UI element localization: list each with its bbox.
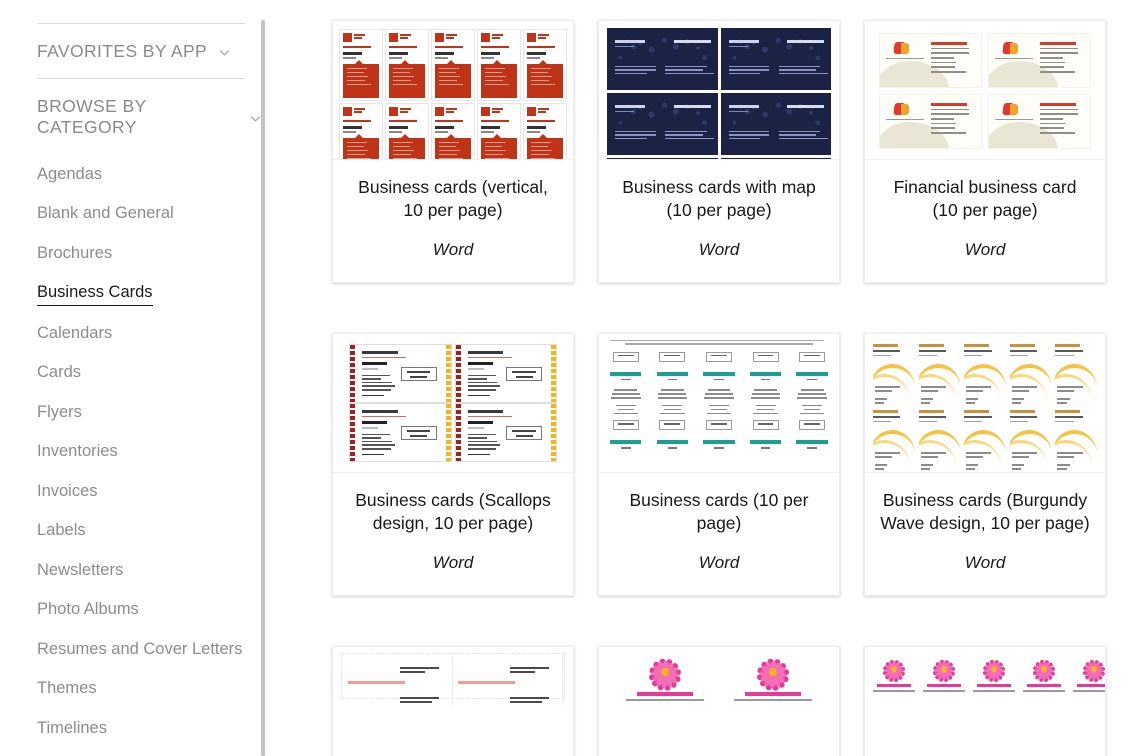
template-meta: Financial business card (10 per page) Wor…	[865, 160, 1105, 282]
template-card[interactable]	[864, 646, 1106, 756]
template-app-label: Word	[698, 240, 740, 260]
sidebar-item-photo-albums[interactable]: Photo Albums	[37, 590, 139, 630]
sidebar-group-favorites-by-app[interactable]: FAVORITES BY APP	[37, 24, 262, 78]
template-app-label: Word	[432, 553, 474, 573]
sidebar-item-brochures[interactable]: Brochures	[37, 233, 112, 273]
sidebar-item-agendas[interactable]: Agendas	[37, 154, 102, 194]
template-thumbnail[interactable]	[599, 647, 839, 756]
sidebar-item-resumes-and-cover-letters[interactable]: Resumes and Cover Letters	[37, 629, 242, 669]
template-title: Business cards (Burgundy Wave design, 10…	[880, 490, 1090, 534]
chevron-down-icon	[218, 46, 231, 59]
sidebar-group-label: BROWSE BY CATEGORY	[37, 96, 147, 137]
sidebar-category-list: Agendas Blank and General Brochures Busines…	[37, 154, 262, 756]
flower-icon	[982, 659, 1006, 683]
template-title: Business cards with map (10 per page)	[622, 177, 816, 221]
template-card[interactable]	[332, 646, 574, 756]
template-gallery-page: FAVORITES BY APP BROWSE BY CATEGORY Agen…	[0, 0, 1134, 756]
template-thumbnail[interactable]	[333, 21, 573, 160]
flower-icon	[756, 657, 790, 692]
flower-icon	[1082, 659, 1105, 683]
template-card[interactable]: Business cards with map (10 per page) Wor…	[598, 20, 840, 284]
template-thumbnail[interactable]	[599, 21, 839, 160]
page-scrollbar[interactable]	[261, 20, 265, 756]
template-thumbnail[interactable]	[333, 647, 573, 756]
template-app-label: Word	[964, 553, 1006, 573]
sidebar-item-blank-and-general[interactable]: Blank and General	[37, 194, 174, 234]
template-card[interactable]: Business cards (Scallops design, 10 per …	[332, 333, 574, 597]
template-thumbnail[interactable]	[865, 21, 1105, 160]
sidebar-item-business-cards[interactable]: Business Cards	[37, 273, 153, 306]
template-meta: Business cards (vertical, 10 per page) Wo…	[333, 160, 573, 282]
template-title: Financial business card (10 per page)	[893, 177, 1077, 221]
template-title: Business cards (Scallops design, 10 per …	[355, 490, 551, 534]
sidebar-item-labels[interactable]: Labels	[37, 511, 86, 551]
template-title: Business cards (vertical, 10 per page)	[358, 177, 548, 221]
template-app-label: Word	[432, 240, 474, 260]
template-card[interactable]: Financial business card (10 per page) Wor…	[864, 20, 1106, 284]
template-card[interactable]: Business cards (Burgundy Wave design, 10…	[864, 333, 1106, 597]
sidebar-item-invoices[interactable]: Invoices	[37, 471, 98, 511]
flower-icon	[1032, 659, 1056, 683]
sidebar-item-flyers[interactable]: Flyers	[37, 392, 82, 432]
results-area: Business cards (vertical, 10 per page) Wo…	[266, 0, 1134, 756]
sidebar-item-timelines[interactable]: Timelines	[37, 708, 107, 748]
template-thumbnail[interactable]	[599, 334, 839, 474]
template-title: Business cards (10 per page)	[629, 490, 809, 534]
template-card[interactable]	[598, 646, 840, 756]
sidebar-item-calendars[interactable]: Calendars	[37, 313, 112, 353]
sidebar-group-label: FAVORITES BY APP	[37, 41, 208, 61]
template-thumbnail[interactable]	[865, 334, 1105, 474]
template-thumbnail[interactable]	[333, 334, 573, 474]
sidebar-item-address-books[interactable]: Address books	[37, 748, 146, 756]
template-meta: Business cards (Scallops design, 10 per …	[333, 473, 573, 595]
sidebar-group-browse-by-category[interactable]: BROWSE BY CATEGORY	[37, 79, 262, 154]
flower-icon	[882, 659, 906, 683]
template-meta: Business cards (Burgundy Wave design, 10…	[865, 473, 1105, 595]
template-card[interactable]: Business cards (10 per page) Word	[598, 333, 840, 597]
sidebar-item-newsletters[interactable]: Newsletters	[37, 550, 123, 590]
sidebar-item-inventories[interactable]: Inventories	[37, 432, 118, 472]
sidebar-item-themes[interactable]: Themes	[37, 669, 97, 709]
template-grid: Business cards (vertical, 10 per page) Wo…	[266, 20, 1106, 756]
template-app-label: Word	[964, 240, 1006, 260]
sidebar-item-cards[interactable]: Cards	[37, 353, 81, 393]
template-card[interactable]: Business cards (vertical, 10 per page) Wo…	[332, 20, 574, 284]
template-app-label: Word	[698, 553, 740, 573]
template-thumbnail[interactable]	[865, 647, 1105, 756]
template-meta: Business cards (10 per page) Word	[599, 473, 839, 595]
flower-icon	[648, 657, 682, 692]
category-sidebar: FAVORITES BY APP BROWSE BY CATEGORY Agen…	[0, 0, 262, 756]
template-meta: Business cards with map (10 per page) Wor…	[599, 160, 839, 282]
flower-icon	[932, 659, 956, 683]
